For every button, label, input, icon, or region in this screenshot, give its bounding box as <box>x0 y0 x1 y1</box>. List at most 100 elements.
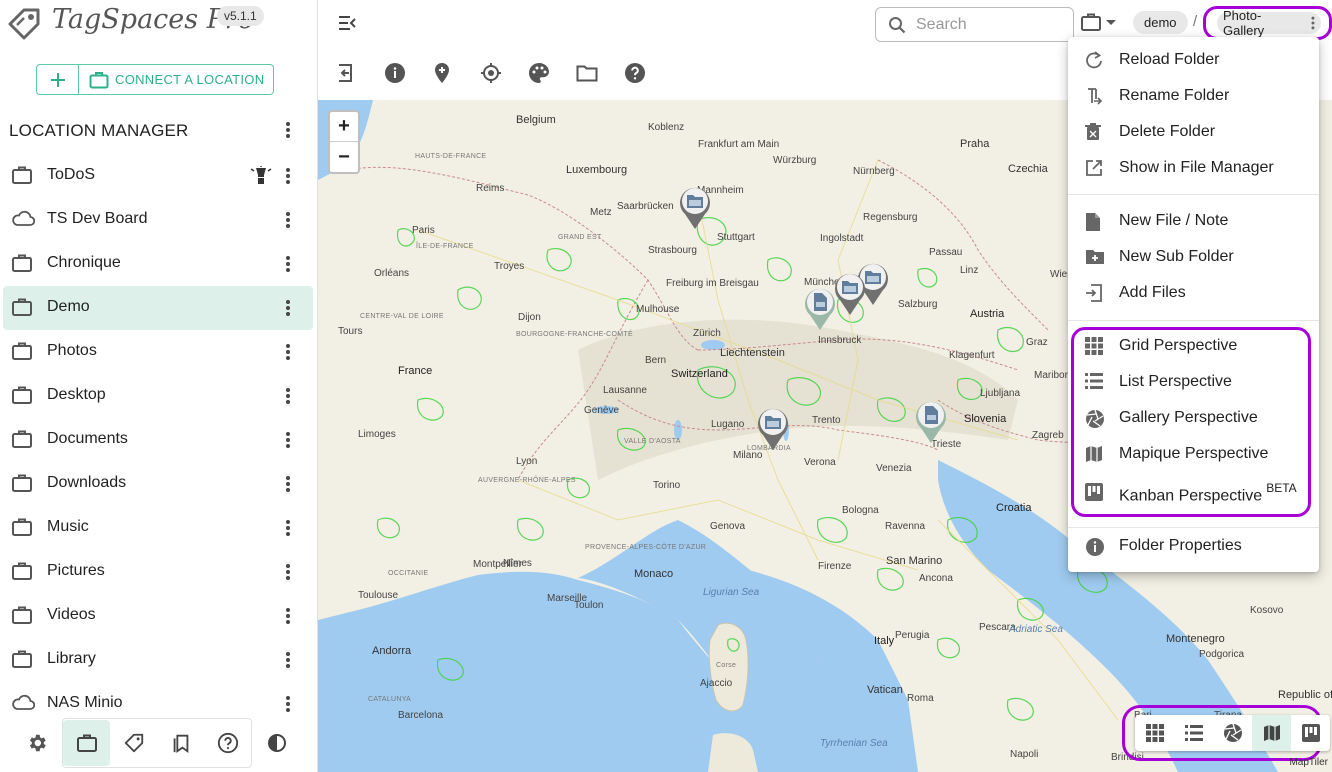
map-label: Linz <box>960 265 979 276</box>
zoom-in-button[interactable]: + <box>330 112 358 142</box>
more-vert-icon[interactable] <box>278 254 298 279</box>
help-tab[interactable] <box>204 720 251 766</box>
map-label: Kosovo <box>1250 605 1284 616</box>
map-label: AUVERGNE-RHÔNE-ALPES <box>478 477 576 484</box>
location-manager-title: LOCATION MANAGER <box>9 121 189 140</box>
sidebar-item-label: NAS Minio <box>47 694 123 711</box>
more-vert-icon[interactable] <box>278 518 298 543</box>
menu-item-kanban-perspective[interactable]: Kanban Perspective BETA <box>1068 474 1319 510</box>
mapique-perspective-button[interactable] <box>1252 715 1291 751</box>
map-label: Ljubljana <box>980 388 1021 399</box>
go-parent-button[interactable] <box>336 61 384 85</box>
menu-item-label: Gallery Perspective <box>1119 409 1258 427</box>
breadcrumb-root[interactable]: demo <box>1133 11 1188 34</box>
more-vert-icon[interactable] <box>278 342 298 367</box>
more-vert-icon[interactable] <box>278 562 298 587</box>
add-marker-button[interactable] <box>432 61 480 85</box>
sidebar-item-desktop[interactable]: Desktop <box>3 374 313 418</box>
breadcrumb-current[interactable]: Photo-Gallery <box>1217 8 1321 38</box>
map-label: Frankfurt am Main <box>698 139 780 150</box>
map-label: Troyes <box>494 261 525 272</box>
more-vert-icon[interactable] <box>278 650 298 675</box>
map-marker-folder[interactable] <box>755 405 791 451</box>
more-vert-icon[interactable] <box>278 386 298 411</box>
gallery-perspective-button[interactable] <box>1213 715 1252 751</box>
map-icon <box>1263 725 1280 741</box>
theme-toggle-button[interactable] <box>253 720 300 766</box>
sidebar-item-music[interactable]: Music <box>3 506 313 550</box>
search-input[interactable]: Search <box>875 7 1074 42</box>
menu-item-add-files[interactable]: Add Files <box>1068 275 1319 311</box>
map-marker-folder[interactable] <box>677 184 713 230</box>
collapse-sidebar-icon[interactable] <box>336 12 358 34</box>
aperture-icon <box>1223 723 1242 742</box>
sidebar-item-todos[interactable]: ToDoS <box>3 154 313 198</box>
map-label: Limoges <box>358 429 396 440</box>
more-vert-icon[interactable] <box>278 298 298 323</box>
settings-button[interactable] <box>13 720 60 766</box>
sidebar-item-videos[interactable]: Videos <box>3 594 313 638</box>
map-marker-file[interactable] <box>913 398 949 444</box>
map-label: Ingolstadt <box>820 233 864 244</box>
sidebar-item-photos[interactable]: Photos <box>3 330 313 374</box>
sidebar-item-pictures[interactable]: Pictures <box>3 550 313 594</box>
menu-item-gallery-perspective[interactable]: Gallery Perspective <box>1068 400 1319 436</box>
sidebar-item-chronique[interactable]: Chronique <box>3 242 313 286</box>
map-label: Tyrrhenian Sea <box>820 738 888 749</box>
sidebar-item-downloads[interactable]: Downloads <box>3 462 313 506</box>
more-vert-icon[interactable] <box>278 166 298 191</box>
map-label: Bologna <box>842 505 879 516</box>
help-button[interactable] <box>624 61 672 85</box>
menu-item-folder-properties[interactable]: Folder Properties <box>1068 528 1319 564</box>
folder-context-menu: Reload Folder Rename Folder Delete Folder S… <box>1068 37 1319 572</box>
connect-location-group: CONNECT A LOCATION <box>36 64 275 95</box>
more-vert-icon[interactable] <box>278 474 298 499</box>
menu-item-list-perspective[interactable]: List Perspective <box>1068 364 1319 400</box>
menu-item-show-in-file-manager[interactable]: Show in File Manager <box>1068 150 1319 186</box>
sidebar-item-label: Documents <box>47 430 128 447</box>
map-label: Italy <box>874 635 895 647</box>
list-perspective-button[interactable] <box>1174 715 1213 751</box>
folder-info-button[interactable] <box>384 61 432 85</box>
crosshair-icon <box>481 63 501 83</box>
menu-item-mapique-perspective[interactable]: Mapique Perspective <box>1068 436 1319 472</box>
locate-me-button[interactable] <box>480 61 528 85</box>
menu-item-reload-folder[interactable]: Reload Folder <box>1068 42 1319 78</box>
info-icon <box>1085 537 1105 562</box>
more-vert-icon[interactable] <box>278 210 298 235</box>
menu-item-grid-perspective[interactable]: Grid Perspective <box>1068 328 1319 364</box>
map-label: Nîmes <box>503 558 532 569</box>
more-vert-icon[interactable] <box>278 606 298 631</box>
sidebar-item-documents[interactable]: Documents <box>3 418 313 462</box>
map-label: Vatican <box>867 684 903 696</box>
sidebar-item-library[interactable]: Library <box>3 638 313 682</box>
map-label: Toulouse <box>358 590 399 601</box>
more-vert-icon[interactable] <box>278 120 298 140</box>
grid-perspective-button[interactable] <box>1135 715 1174 751</box>
map-label: OCCITANIE <box>388 570 429 577</box>
more-vert-icon[interactable] <box>278 430 298 455</box>
map-attribution[interactable]: MapTiler <box>1289 757 1328 768</box>
zoom-out-button[interactable]: − <box>330 142 358 172</box>
map-marker-file[interactable] <box>802 285 838 331</box>
sidebar-item-ts-dev-board[interactable]: TS Dev Board <box>3 198 313 242</box>
bookmarks-tab[interactable] <box>157 720 204 766</box>
menu-item-new-file-note[interactable]: New File / Note <box>1068 203 1319 239</box>
sidebar-item-label: Downloads <box>47 474 127 491</box>
location-switcher[interactable] <box>1080 12 1118 32</box>
menu-item-rename-folder[interactable]: Rename Folder <box>1068 78 1319 114</box>
color-button[interactable] <box>528 61 576 85</box>
tags-tab[interactable] <box>110 720 157 766</box>
add-location-button[interactable] <box>36 64 79 95</box>
locations-tab[interactable] <box>63 720 110 766</box>
connect-location-button[interactable]: CONNECT A LOCATION <box>79 64 275 95</box>
menu-item-new-sub-folder[interactable]: New Sub Folder <box>1068 239 1319 275</box>
kanban-perspective-button[interactable] <box>1291 715 1330 751</box>
sidebar-item-demo[interactable]: Demo <box>3 286 313 330</box>
more-vert-icon[interactable] <box>278 694 298 719</box>
lightbulb-icon[interactable] <box>250 166 272 191</box>
open-folder-button[interactable] <box>576 61 624 85</box>
menu-item-text: New Sub Folder <box>1119 248 1234 265</box>
map-label: Nürnberg <box>853 166 895 177</box>
menu-item-delete-folder[interactable]: Delete Folder <box>1068 114 1319 150</box>
